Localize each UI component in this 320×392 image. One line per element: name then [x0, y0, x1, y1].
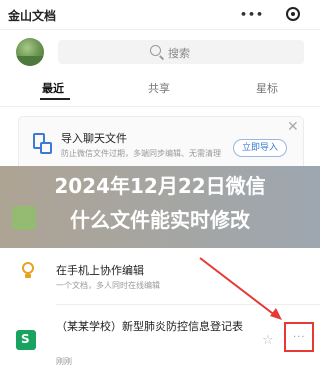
close-icon[interactable]: ✕: [287, 119, 299, 135]
import-file-icon: [33, 133, 52, 154]
file-title[interactable]: （某某学校）新型肺炎防控信息登记表: [56, 318, 252, 335]
headline-line-2: 什么文件能实时修改: [70, 208, 250, 232]
banner-title: 导入聊天文件: [61, 132, 127, 145]
app-title: 金山文档: [8, 9, 57, 23]
search-icon: [150, 45, 161, 56]
file-more-button[interactable]: ···: [284, 322, 314, 352]
avatar[interactable]: [16, 38, 44, 66]
list-divider: [56, 304, 320, 305]
file-modified-time: 刚刚: [56, 357, 72, 366]
more-icon: ···: [293, 332, 306, 343]
headline-line-1: 2024年12月22日微信: [54, 174, 266, 198]
tabs-divider: [0, 106, 320, 107]
search-placeholder: 搜索: [168, 47, 190, 60]
banner-subtitle: 防止微信文件过期，多端同步编辑、无需清理: [61, 149, 221, 158]
import-chat-files-banner: 导入聊天文件 防止微信文件过期，多端同步编辑、无需清理 立即导入 ✕: [18, 116, 304, 172]
active-tab-indicator: [40, 98, 70, 100]
close-mini-program-icon[interactable]: [286, 7, 300, 21]
star-icon[interactable]: ☆: [262, 333, 274, 348]
bulb-icon: [20, 262, 36, 278]
tab-recent[interactable]: 最近: [42, 80, 64, 96]
tab-starred[interactable]: 星标: [256, 80, 278, 96]
import-now-button[interactable]: 立即导入: [233, 139, 287, 157]
file-subtitle: 一个文档，多人同时在线编辑: [56, 281, 160, 290]
tab-shared[interactable]: 共享: [148, 80, 170, 96]
title-bar: 金山文档 •••: [0, 0, 320, 30]
headline-overlay: 2024年12月22日微信 什么文件能实时修改: [0, 166, 320, 248]
sheet-icon: [16, 330, 36, 350]
search-input[interactable]: 搜索: [58, 40, 304, 64]
more-menu-icon[interactable]: •••: [240, 8, 264, 21]
file-title[interactable]: 在手机上协作编辑: [56, 262, 144, 278]
